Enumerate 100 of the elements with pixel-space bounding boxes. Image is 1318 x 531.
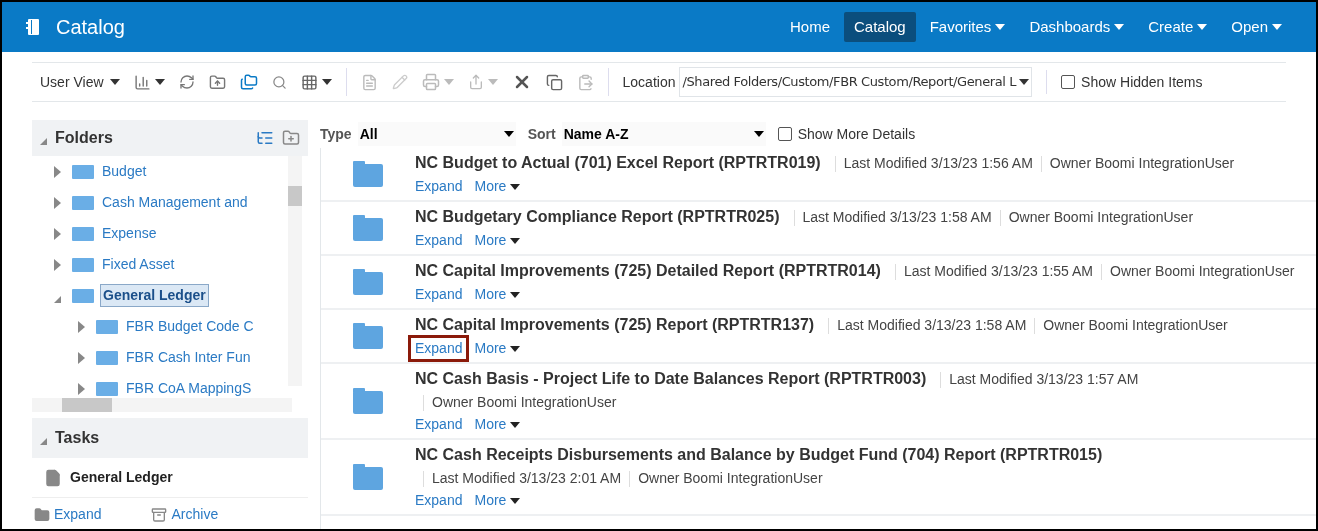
caret-icon bbox=[154, 79, 165, 85]
expand-triangle-icon[interactable] bbox=[78, 351, 85, 364]
more-menu[interactable]: More bbox=[474, 490, 521, 511]
type-dropdown[interactable]: All bbox=[357, 122, 516, 146]
caret-icon bbox=[510, 183, 521, 190]
more-menu[interactable]: More bbox=[474, 230, 521, 251]
task-action-link[interactable]: Expand bbox=[34, 504, 102, 525]
task-action-link[interactable]: Archive bbox=[151, 504, 219, 525]
document-icon bbox=[44, 468, 62, 487]
tree-icon[interactable] bbox=[256, 129, 274, 147]
caret-icon bbox=[510, 497, 521, 504]
horizontal-scrollbar[interactable] bbox=[32, 398, 292, 412]
upload-folder-icon[interactable] bbox=[208, 73, 226, 91]
sort-dropdown[interactable]: Name A-Z bbox=[561, 122, 766, 146]
nav-tab[interactable]: Favorites bbox=[919, 12, 1016, 42]
more-menu[interactable]: More bbox=[474, 284, 521, 305]
folder-name[interactable]: Fixed Asset bbox=[100, 254, 177, 275]
folder-icon bbox=[72, 257, 94, 272]
folder-name[interactable]: Cash Management and bbox=[100, 192, 250, 213]
more-menu[interactable]: More bbox=[474, 414, 521, 435]
location-label: Location bbox=[622, 72, 676, 92]
nav-tab[interactable]: Catalog bbox=[844, 12, 916, 42]
report-title[interactable]: NC Capital Improvements (725) Detailed Report (RPTRTR014) bbox=[415, 259, 881, 283]
folders-icon[interactable] bbox=[239, 73, 258, 91]
folder-name[interactable]: FBR CoA MappingS bbox=[124, 378, 254, 399]
report-detail: Owner Boomi IntegrationUser bbox=[1049, 154, 1235, 173]
checkbox[interactable] bbox=[1061, 75, 1076, 89]
scrollbar[interactable] bbox=[288, 156, 302, 386]
folder-icon bbox=[96, 381, 118, 396]
nav-tab[interactable]: Home bbox=[779, 12, 840, 42]
print-icon[interactable] bbox=[421, 73, 440, 91]
expand-triangle-icon[interactable] bbox=[78, 320, 85, 333]
folder-icon bbox=[353, 269, 383, 295]
folder-icon bbox=[353, 161, 383, 187]
folder-name[interactable]: FBR Budget Code C bbox=[124, 316, 256, 337]
folder-name[interactable]: Expense bbox=[100, 223, 159, 244]
archive-icon bbox=[151, 506, 168, 523]
panel-title: Tasks bbox=[55, 428, 100, 448]
report-detail: Owner Boomi IntegrationUser bbox=[1110, 262, 1295, 281]
caret-icon bbox=[510, 421, 521, 428]
expand-triangle-icon[interactable] bbox=[54, 258, 61, 271]
expand-link[interactable]: Expand bbox=[411, 414, 467, 435]
chart-icon[interactable] bbox=[133, 73, 151, 91]
filter-label: Sort bbox=[527, 124, 556, 144]
expand-link[interactable]: Expand bbox=[411, 284, 467, 305]
report-detail: Owner Boomi IntegrationUser bbox=[432, 393, 617, 412]
expand-link[interactable]: Expand bbox=[411, 230, 467, 251]
folder-name[interactable]: Budget bbox=[100, 161, 149, 182]
report-detail: Owner Boomi IntegrationUser bbox=[1043, 316, 1228, 335]
folder-icon bbox=[72, 288, 94, 303]
share-icon[interactable] bbox=[467, 74, 484, 90]
report-title[interactable]: NC Budget to Actual (701) Excel Report (RPTRTR019) bbox=[415, 151, 821, 175]
checkbox-label: Show More Details bbox=[797, 124, 916, 144]
document-icon[interactable] bbox=[360, 73, 378, 91]
folder-icon bbox=[353, 323, 383, 349]
refresh-icon[interactable] bbox=[178, 74, 195, 90]
task-item-name: General Ledger bbox=[70, 468, 173, 487]
checkbox[interactable] bbox=[777, 127, 792, 141]
report-title[interactable]: NC Cash Receipts Disbursements and Balance by Budget Fund (704) Report (RPTRTR015) bbox=[415, 443, 1103, 467]
folder-name[interactable]: FBR Cash Inter Fun bbox=[124, 347, 253, 368]
search-icon[interactable] bbox=[271, 74, 287, 90]
folder-icon bbox=[34, 506, 50, 523]
folder-icon bbox=[96, 350, 118, 365]
folder-icon bbox=[72, 164, 94, 179]
folder-icon[interactable] bbox=[282, 129, 300, 147]
report-detail: Owner Boomi IntegrationUser bbox=[1008, 208, 1194, 227]
filter-label: Type bbox=[320, 124, 352, 144]
report-title[interactable]: NC Budgetary Compliance Report (RPTRTR025) bbox=[415, 205, 780, 229]
expand-triangle-icon[interactable] bbox=[54, 227, 61, 240]
caret-icon bbox=[510, 345, 521, 352]
copy-icon[interactable] bbox=[545, 73, 563, 91]
caret-icon bbox=[443, 79, 454, 85]
caret-icon bbox=[503, 131, 514, 137]
view-menu[interactable]: User View bbox=[40, 71, 120, 93]
nav-tab[interactable]: Open bbox=[1221, 12, 1292, 42]
report-title[interactable]: NC Cash Basis - Project Life to Date Balances Report (RPTRTR003) bbox=[415, 367, 927, 391]
expand-triangle-icon[interactable] bbox=[54, 196, 61, 209]
more-menu[interactable]: More bbox=[474, 176, 521, 197]
caret-icon bbox=[1019, 79, 1030, 85]
paste-icon[interactable] bbox=[576, 73, 594, 91]
nav-tab[interactable]: Dashboards bbox=[1019, 12, 1135, 42]
expand-link[interactable]: Expand bbox=[411, 338, 467, 359]
expand-link[interactable]: Expand bbox=[411, 490, 467, 511]
notebook-icon bbox=[26, 18, 40, 36]
more-menu[interactable]: More bbox=[474, 338, 521, 359]
folder-name[interactable]: General Ledger bbox=[100, 284, 209, 307]
grid-icon[interactable] bbox=[300, 73, 318, 91]
caret-icon bbox=[753, 131, 764, 137]
folder-icon bbox=[353, 388, 383, 414]
folder-icon bbox=[72, 195, 94, 210]
folder-icon bbox=[72, 226, 94, 241]
location-dropdown[interactable]: /Shared Folders/Custom/FBR Custom/Report/General L bbox=[679, 67, 1033, 97]
nav-tab[interactable]: Create bbox=[1138, 12, 1218, 42]
report-detail: Last Modified 3/13/23 1:58 AM bbox=[802, 208, 992, 227]
expand-link[interactable]: Expand bbox=[411, 176, 467, 197]
caret-icon bbox=[510, 237, 521, 244]
expand-triangle-icon[interactable] bbox=[54, 165, 61, 178]
report-title[interactable]: NC Capital Improvements (725) Report (RPTRTR137) bbox=[415, 313, 815, 337]
caret-icon bbox=[487, 79, 498, 85]
report-detail: Last Modified 3/13/23 1:57 AM bbox=[949, 370, 1139, 389]
